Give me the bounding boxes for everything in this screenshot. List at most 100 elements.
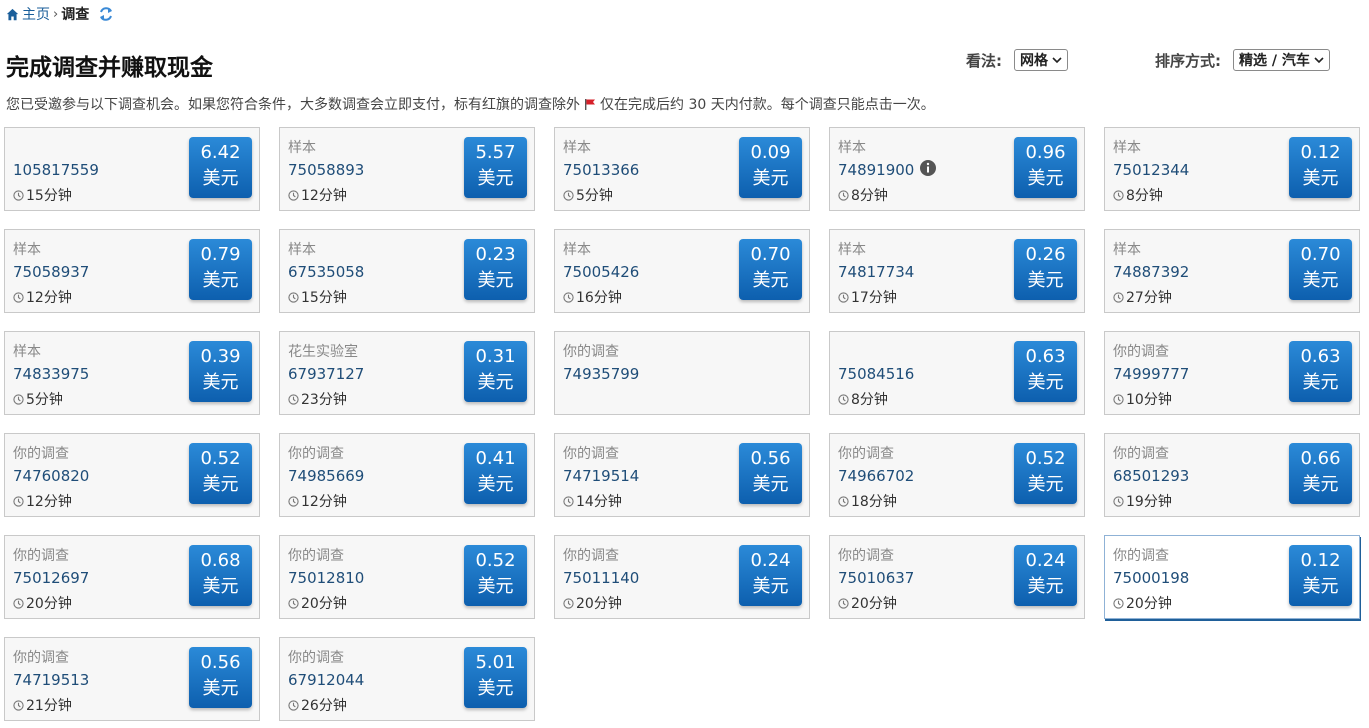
price-button[interactable]: 5.57 美元 [464,137,527,198]
page-title: 完成调查并赚取现金 [6,55,213,81]
price-button[interactable]: 0.70 美元 [1289,239,1352,300]
survey-duration-text: 10分钟 [1126,392,1172,408]
price-button[interactable]: 0.24 美元 [1014,545,1077,606]
survey-card[interactable]: 105817559 15分钟 6.42 美元 [4,127,260,211]
view-select[interactable]: 网格 [1014,49,1068,71]
price-button[interactable]: 0.66 美元 [1289,443,1352,504]
survey-card[interactable]: 样本 67535058 15分钟 0.23 美元 [279,229,535,313]
breadcrumb-home-link[interactable]: 主页 [22,4,50,24]
survey-card[interactable]: 样本 75012344 8分钟 0.12 美元 [1104,127,1360,211]
survey-card[interactable]: 你的调查 75012810 20分钟 0.52 美元 [279,535,535,619]
survey-card[interactable]: 样本 75013366 5分钟 0.09 美元 [554,127,810,211]
price-button[interactable]: 0.52 美元 [189,443,252,504]
sort-label: 排序方式: [1155,51,1221,70]
price-button[interactable]: 0.24 美元 [739,545,802,606]
intro-text: 您已受邀参与以下调查机会。如果您符合条件，大多数调查会立即支付，标有红旗的调查除… [6,94,935,114]
price-button[interactable]: 0.56 美元 [189,647,252,708]
survey-duration-text: 27分钟 [1126,290,1172,306]
info-icon[interactable] [919,159,937,177]
clock-icon [288,495,299,507]
price-button[interactable]: 0.96 美元 [1014,137,1077,198]
survey-id: 74935799 [563,365,640,383]
survey-card[interactable]: 你的调查 74935799 [554,331,810,415]
price-button[interactable]: 6.42 美元 [189,137,252,198]
clock-icon [13,291,24,303]
survey-card[interactable]: 你的调查 75010637 20分钟 0.24 美元 [829,535,1085,619]
survey-duration-text: 21分钟 [26,698,72,714]
survey-category: 你的调查 [838,446,894,462]
survey-category: 样本 [13,242,41,258]
survey-category: 样本 [563,242,591,258]
survey-id: 74817734 [838,263,915,281]
survey-card[interactable]: 样本 74817734 17分钟 0.26 美元 [829,229,1085,313]
survey-card[interactable]: 你的调查 75012697 20分钟 0.68 美元 [4,535,260,619]
survey-duration: 12分钟 [13,491,72,511]
survey-card[interactable]: 样本 74833975 5分钟 0.39 美元 [4,331,260,415]
clock-icon [838,291,849,303]
survey-duration-text: 12分钟 [26,290,72,306]
survey-card[interactable]: 你的调查 74719513 21分钟 0.56 美元 [4,637,260,721]
survey-duration-text: 26分钟 [301,698,347,714]
survey-category: 样本 [563,140,591,156]
clock-icon [13,597,24,609]
clock-icon [13,189,24,201]
survey-category: 你的调查 [13,446,69,462]
survey-duration: 10分钟 [1113,389,1172,409]
survey-card[interactable]: 你的调查 74985669 12分钟 0.41 美元 [279,433,535,517]
survey-card[interactable]: 花生实验室 67937127 23分钟 0.31 美元 [279,331,535,415]
survey-duration: 8分钟 [838,185,888,205]
survey-card[interactable]: 你的调查 67912044 26分钟 5.01 美元 [279,637,535,721]
survey-duration: 5分钟 [563,185,613,205]
survey-card[interactable]: 样本 75058893 12分钟 5.57 美元 [279,127,535,211]
survey-card[interactable]: 样本 74887392 27分钟 0.70 美元 [1104,229,1360,313]
price-button[interactable]: 0.63 美元 [1014,341,1077,402]
price-button[interactable]: 0.70 美元 [739,239,802,300]
clock-icon [563,291,574,303]
price-button[interactable]: 0.39 美元 [189,341,252,402]
survey-card[interactable]: 你的调查 74999777 10分钟 0.63 美元 [1104,331,1360,415]
price-button[interactable]: 0.68 美元 [189,545,252,606]
survey-duration: 5分钟 [13,389,63,409]
survey-card[interactable]: 样本 74891900 8分钟 0.96 美元 [829,127,1085,211]
sort-control: 排序方式: 精选 / 汽车 [1155,49,1330,71]
price-button[interactable]: 0.63 美元 [1289,341,1352,402]
price-button[interactable]: 0.52 美元 [1014,443,1077,504]
price-button[interactable]: 0.52 美元 [464,545,527,606]
survey-duration: 26分钟 [288,695,347,715]
price-button[interactable]: 0.09 美元 [739,137,802,198]
price-button[interactable]: 0.23 美元 [464,239,527,300]
survey-card[interactable]: 样本 75005426 16分钟 0.70 美元 [554,229,810,313]
breadcrumb-current: 调查 [61,7,90,23]
price-button[interactable]: 0.12 美元 [1289,137,1352,198]
price-button[interactable]: 0.12 美元 [1289,545,1352,606]
survey-card[interactable]: 样本 75058937 12分钟 0.79 美元 [4,229,260,313]
survey-card[interactable]: 你的调查 68501293 19分钟 0.66 美元 [1104,433,1360,517]
survey-id: 75000198 [1113,569,1190,587]
survey-duration-text: 8分钟 [851,392,888,408]
survey-category: 样本 [288,242,316,258]
survey-card[interactable]: 你的调查 74760820 12分钟 0.52 美元 [4,433,260,517]
survey-duration-text: 8分钟 [851,188,888,204]
survey-duration: 12分钟 [288,185,347,205]
sort-select[interactable]: 精选 / 汽车 [1233,49,1330,71]
survey-duration: 20分钟 [563,593,622,613]
survey-category: 样本 [1113,140,1141,156]
price-button[interactable]: 0.31 美元 [464,341,527,402]
price-button[interactable]: 0.56 美元 [739,443,802,504]
price-button[interactable]: 0.79 美元 [189,239,252,300]
home-icon[interactable] [6,8,19,21]
survey-card[interactable]: 你的调查 74966702 18分钟 0.52 美元 [829,433,1085,517]
price-button[interactable]: 0.41 美元 [464,443,527,504]
breadcrumb: 主页 › 调查 [6,4,114,24]
survey-duration: 8分钟 [1113,185,1163,205]
survey-duration: 17分钟 [838,287,897,307]
survey-card[interactable]: 75084516 8分钟 0.63 美元 [829,331,1085,415]
price-button[interactable]: 0.26 美元 [1014,239,1077,300]
price-button[interactable]: 5.01 美元 [464,647,527,708]
refresh-icon[interactable] [98,6,114,22]
survey-category: 样本 [13,344,41,360]
survey-card[interactable]: 你的调查 75000198 20分钟 0.12 美元 [1104,535,1360,619]
survey-card[interactable]: 你的调查 74719514 14分钟 0.56 美元 [554,433,810,517]
survey-id: 67535058 [288,263,365,281]
survey-card[interactable]: 你的调查 75011140 20分钟 0.24 美元 [554,535,810,619]
